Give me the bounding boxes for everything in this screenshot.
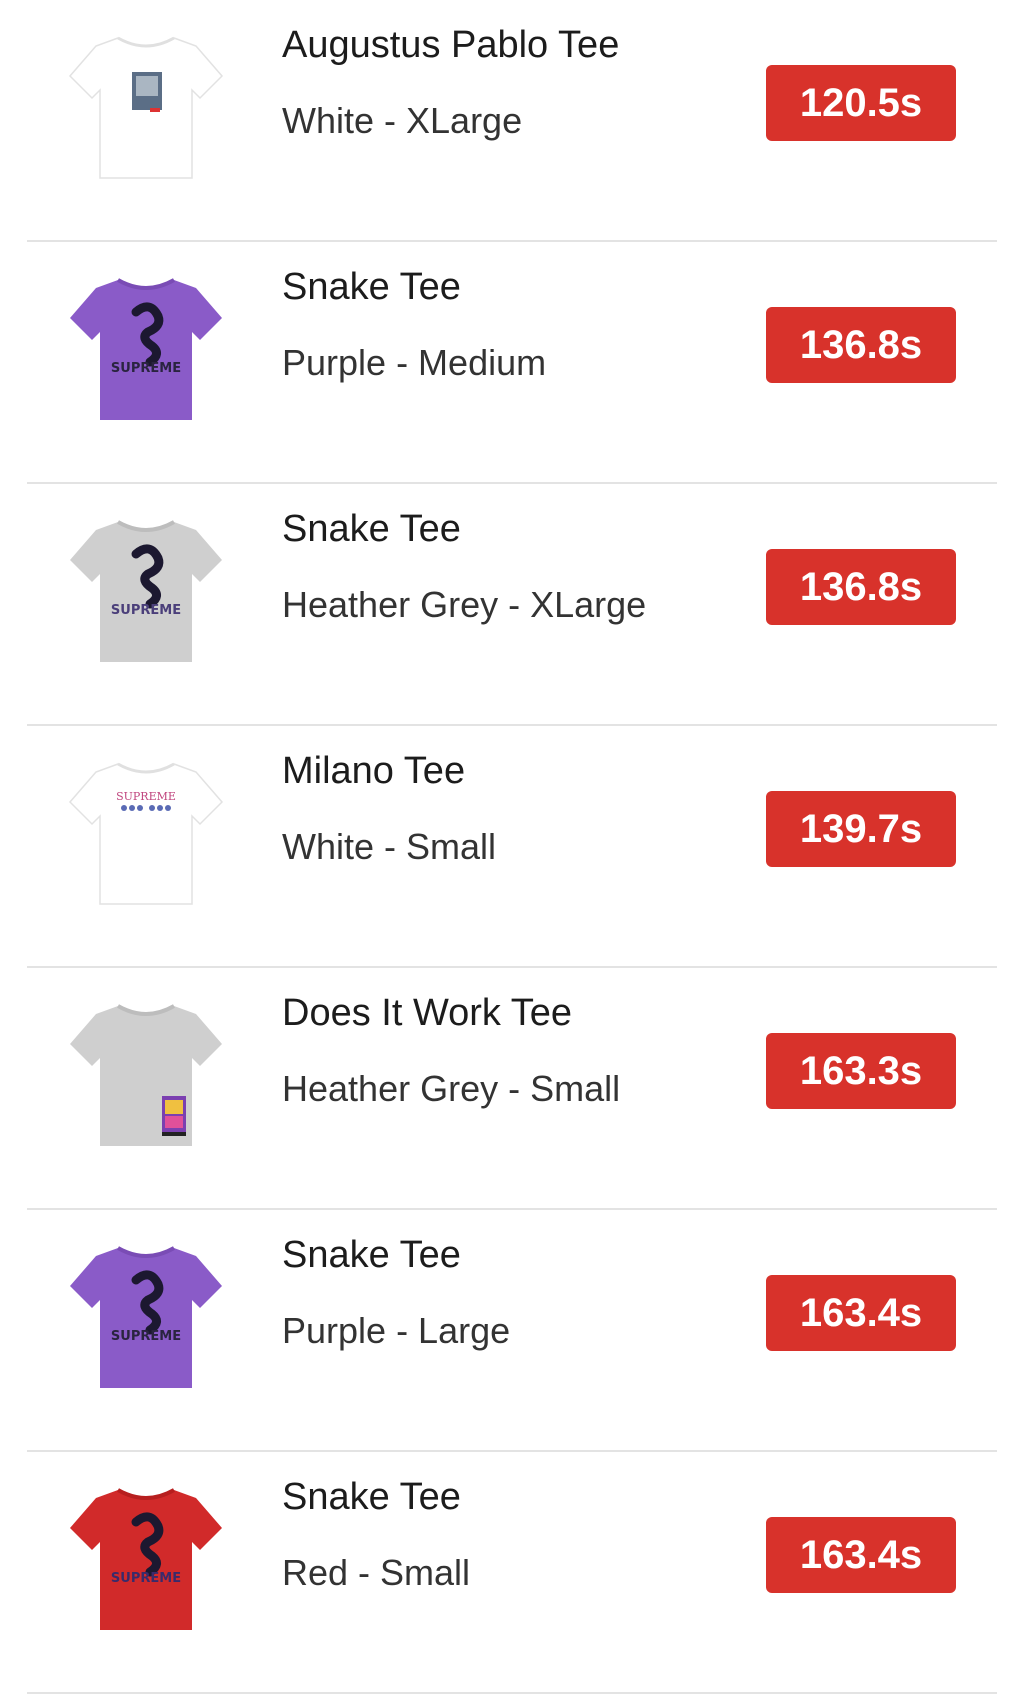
product-name: Snake Tee [282, 1476, 461, 1518]
checkout-time-badge: 163.4s [766, 1517, 956, 1593]
checkout-time-badge: 120.5s [766, 65, 956, 141]
checkout-time-badge: 163.3s [766, 1033, 956, 1109]
tshirt-icon: SUPREME [68, 762, 224, 905]
list-item[interactable]: SUPREME Milano Tee White - Small 139.7s [0, 726, 1024, 968]
product-variant: White - XLarge [282, 100, 523, 141]
product-variant: Heather Grey - XLarge [282, 584, 647, 625]
product-name: Augustus Pablo Tee [282, 24, 620, 66]
tshirt-icon: SUPREME [70, 278, 222, 420]
product-name: Milano Tee [282, 750, 466, 792]
product-name: Snake Tee [282, 266, 461, 308]
svg-text:SUPREME: SUPREME [111, 1329, 181, 1344]
tshirt-icon: SUPREME [70, 520, 222, 662]
product-variant: Purple - Medium [282, 342, 547, 383]
checkout-time-badge: 136.8s [766, 549, 956, 625]
svg-text:SUPREME: SUPREME [116, 790, 176, 803]
product-variant: White - Small [282, 826, 497, 867]
product-name: Snake Tee [282, 1234, 461, 1276]
tshirt-icon [68, 36, 224, 179]
list-item[interactable]: Does It Work Tee Heather Grey - Small 16… [0, 968, 1024, 1210]
svg-text:SUPREME: SUPREME [111, 361, 181, 376]
checkout-time-badge: 136.8s [766, 307, 956, 383]
list-item[interactable]: SUPREME Snake Tee Heather Grey - XLarge … [0, 484, 1024, 726]
list-item[interactable]: SUPREME Snake Tee Purple - Medium 136.8s [0, 242, 1024, 484]
product-thumbnail: SUPREME [66, 508, 226, 668]
product-thumbnail [66, 992, 226, 1152]
tshirt-icon: SUPREME [70, 1488, 222, 1630]
svg-text:SUPREME: SUPREME [111, 603, 181, 618]
checkout-time-badge: 139.7s [766, 791, 956, 867]
svg-text:SUPREME: SUPREME [111, 1571, 181, 1586]
product-variant: Purple - Large [282, 1310, 511, 1351]
product-name: Does It Work Tee [282, 992, 573, 1034]
product-list: Augustus Pablo Tee White - XLarge 120.5s… [0, 0, 1024, 1694]
list-item[interactable]: Augustus Pablo Tee White - XLarge 120.5s [0, 0, 1024, 242]
product-thumbnail: SUPREME [66, 1476, 226, 1636]
list-item[interactable]: SUPREME Snake Tee Purple - Large 163.4s [0, 1210, 1024, 1452]
product-thumbnail: SUPREME [66, 750, 226, 910]
checkout-time-badge: 163.4s [766, 1275, 956, 1351]
tshirt-icon [70, 1004, 222, 1146]
product-name: Snake Tee [282, 508, 461, 550]
product-thumbnail [66, 24, 226, 184]
tshirt-icon: SUPREME [70, 1246, 222, 1388]
product-thumbnail: SUPREME [66, 266, 226, 426]
product-thumbnail: SUPREME [66, 1234, 226, 1394]
list-item[interactable]: SUPREME Snake Tee Red - Small 163.4s [0, 1452, 1024, 1694]
product-variant: Red - Small [282, 1552, 471, 1593]
product-variant: Heather Grey - Small [282, 1068, 621, 1109]
